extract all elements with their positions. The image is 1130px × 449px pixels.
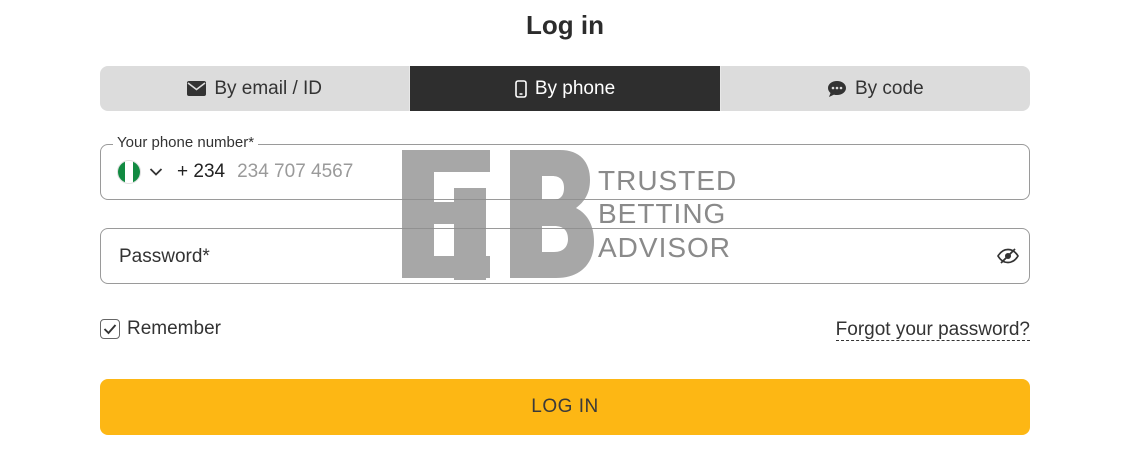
nigeria-flag-icon[interactable]	[117, 160, 141, 184]
remember-label: Remember	[127, 318, 221, 339]
eye-hidden-icon[interactable]	[997, 245, 1019, 267]
tab-by-email[interactable]: By email / ID	[100, 66, 409, 111]
remember-checkbox[interactable]: Remember	[100, 318, 221, 340]
envelope-icon	[187, 81, 207, 96]
page-title: Log in	[526, 10, 604, 40]
tab-by-phone[interactable]: By phone	[409, 66, 720, 111]
chat-bubble-icon	[827, 80, 847, 98]
forgot-password-link[interactable]: Forgot your password?	[835, 320, 1030, 341]
password-field	[100, 228, 1030, 285]
tab-label: By code	[854, 77, 924, 99]
chevron-down-icon[interactable]	[149, 161, 163, 183]
tab-label: By phone	[534, 77, 616, 99]
tab-by-code[interactable]: By code	[719, 66, 1030, 111]
phone-input[interactable]	[235, 160, 640, 184]
country-code: + 234	[177, 161, 226, 182]
mobile-phone-icon	[515, 79, 527, 98]
checkbox-checked-icon[interactable]	[100, 319, 120, 339]
login-button[interactable]: LOG IN	[100, 379, 1030, 435]
tab-label: By email / ID	[214, 77, 323, 99]
password-input[interactable]	[117, 229, 981, 285]
login-method-tabs: By email / ID By phone By code	[100, 66, 1030, 111]
watermark-line: BETTING	[598, 198, 727, 229]
phone-field: Your phone number* + 234	[100, 134, 1030, 200]
